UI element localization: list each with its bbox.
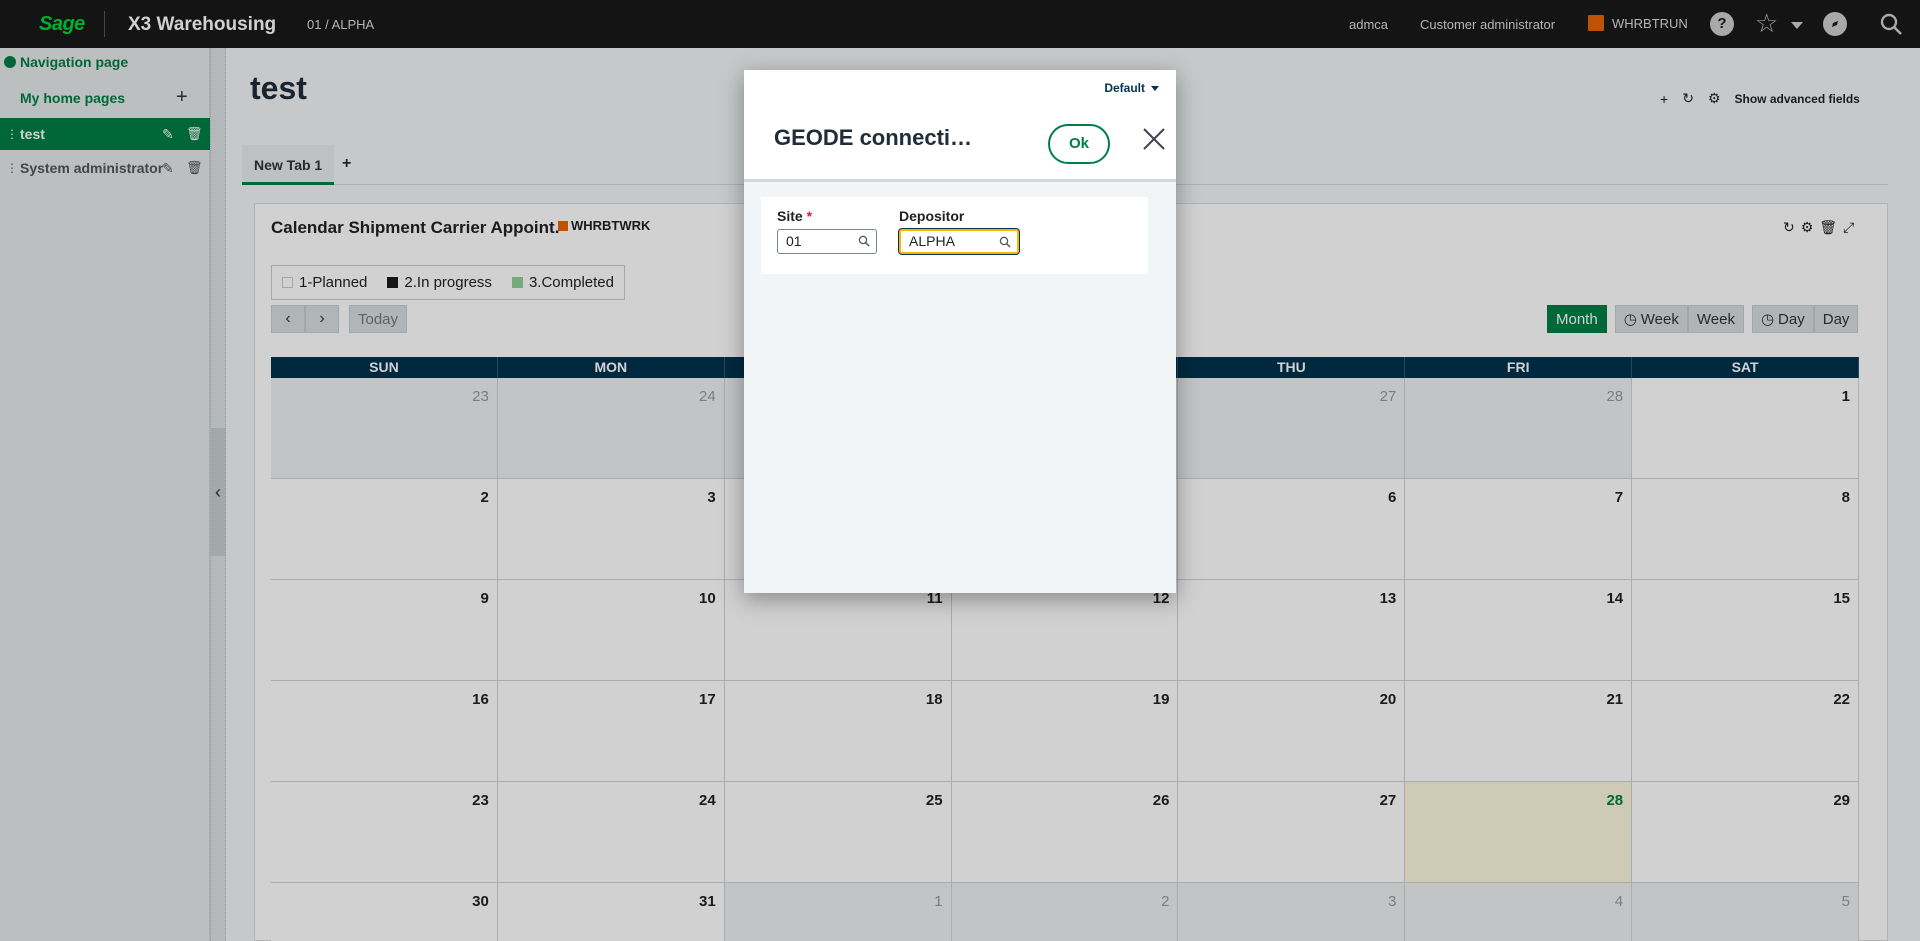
dialog-header: Default GEODE connection prope... Ok <box>744 70 1176 182</box>
site-field[interactable]: 01 <box>777 229 877 254</box>
dialog-title: GEODE connection prope... <box>774 125 984 150</box>
geode-connection-dialog: Default GEODE connection prope... Ok Sit… <box>744 70 1176 593</box>
depositor-field-value: ALPHA <box>909 233 955 249</box>
depositor-field[interactable]: ALPHA <box>898 228 1020 255</box>
site-label-text: Site <box>777 208 803 224</box>
search-icon[interactable] <box>858 235 870 247</box>
site-field-label: Site * <box>777 208 812 224</box>
close-icon[interactable] <box>1142 127 1166 151</box>
chevron-down-icon <box>1151 85 1159 91</box>
dialog-form: Site * 01 Depositor ALPHA <box>761 197 1148 274</box>
default-dropdown[interactable]: Default <box>1104 81 1159 95</box>
required-asterisk: * <box>806 208 813 224</box>
ok-button[interactable]: Ok <box>1048 124 1110 164</box>
search-icon[interactable] <box>999 236 1011 248</box>
depositor-field-label: Depositor <box>899 208 965 224</box>
default-dropdown-label: Default <box>1104 81 1145 95</box>
site-field-value: 01 <box>786 233 802 249</box>
